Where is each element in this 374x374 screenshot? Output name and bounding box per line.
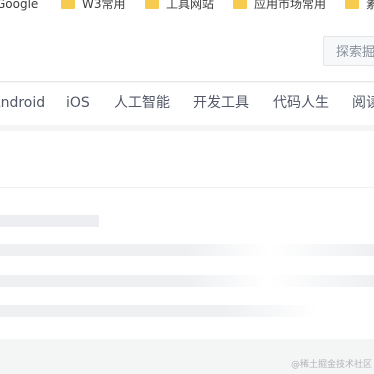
bookmark-w3[interactable]: W3常用: [61, 0, 126, 12]
card-divider: [0, 187, 374, 188]
folder-icon: [145, 0, 159, 9]
bookmark-tools[interactable]: 工具网站: [145, 0, 214, 12]
folder-icon: [233, 0, 247, 9]
bookmark-app-market[interactable]: 应用市场常用: [233, 0, 326, 12]
folder-icon: [345, 0, 359, 9]
bookmark-tools-label: 工具网站: [166, 0, 215, 11]
nav-item-code-life[interactable]: 代码人生: [273, 93, 329, 113]
bookmark-app-market-label: 应用市场常用: [254, 0, 327, 11]
bookmark-w3-label: W3常用: [82, 0, 126, 11]
content-card-loading: [0, 131, 374, 339]
skeleton-line: [0, 244, 374, 256]
watermark: @稀土掘金技术社区: [290, 360, 372, 370]
nav-item-ai[interactable]: 人工智能: [114, 93, 170, 113]
nav-item-reading[interactable]: 阅读: [352, 93, 374, 113]
app-window: Google W3常用 工具网站 应用市场常用 素 Android iOS 人工…: [0, 0, 374, 374]
search-input[interactable]: [336, 43, 374, 61]
nav-item-dev-tools[interactable]: 开发工具: [193, 93, 249, 113]
bookmarks-bar: Google W3常用 工具网站 应用市场常用 素: [0, 0, 374, 14]
site-header: [0, 14, 374, 82]
bookmark-material-label: 素: [366, 0, 374, 11]
skeleton-title: [0, 215, 99, 227]
search-box[interactable]: [323, 36, 374, 66]
category-nav: Android iOS 人工智能 开发工具 代码人生 阅读: [0, 83, 374, 125]
bookmark-material[interactable]: 素: [345, 0, 374, 12]
bookmark-google-label: Google: [0, 0, 39, 11]
nav-item-android[interactable]: Android: [0, 93, 45, 113]
skeleton-line: [0, 305, 374, 317]
bookmark-google[interactable]: Google: [0, 0, 38, 12]
folder-icon: [61, 0, 75, 9]
skeleton-line: [0, 275, 374, 287]
nav-item-ios[interactable]: iOS: [66, 93, 90, 113]
